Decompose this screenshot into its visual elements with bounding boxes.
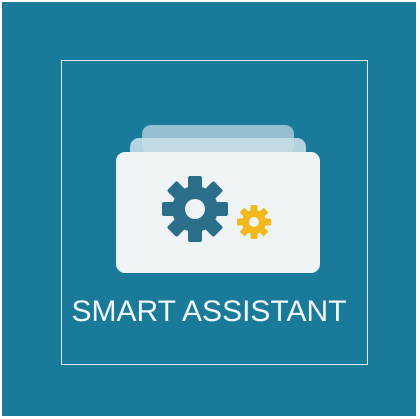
cards-icon bbox=[116, 125, 320, 273]
small-gear-icon bbox=[237, 205, 271, 239]
app-title: SMART ASSISTANT bbox=[71, 295, 347, 328]
app-tile[interactable]: SMART ASSISTANT bbox=[2, 2, 416, 416]
large-gear-icon bbox=[162, 176, 228, 242]
